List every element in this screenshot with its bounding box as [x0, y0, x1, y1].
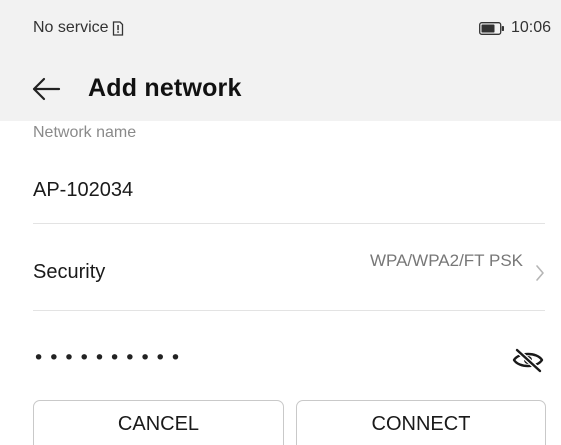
network-name-input[interactable]: [33, 170, 545, 210]
back-button[interactable]: [29, 72, 63, 106]
chevron-right-icon: [535, 264, 545, 282]
divider: [33, 310, 545, 311]
status-bar: No service 10:06: [0, 0, 561, 56]
status-left: No service: [33, 19, 124, 37]
carrier-status: No service: [33, 19, 109, 36]
battery-icon: [479, 21, 505, 35]
password-visibility-toggle[interactable]: [511, 343, 545, 377]
connect-button[interactable]: CONNECT: [296, 400, 546, 445]
password-input[interactable]: [33, 340, 483, 376]
security-selector[interactable]: Security WPA/WPA2/FT PSK: [33, 224, 545, 310]
app-bar: Add network: [0, 56, 561, 121]
security-label: Security: [33, 261, 106, 283]
arrow-left-icon: [32, 77, 61, 100]
sim-alert-icon: [112, 20, 124, 36]
security-value: WPA/WPA2/FT PSK: [369, 251, 523, 270]
cancel-button[interactable]: CANCEL: [33, 400, 284, 445]
eye-off-icon: [512, 347, 544, 373]
network-name-label: Network name: [33, 124, 137, 141]
page-title: Add network: [88, 74, 242, 102]
clock: 10:06: [510, 19, 551, 36]
status-right: 10:06: [479, 19, 551, 37]
